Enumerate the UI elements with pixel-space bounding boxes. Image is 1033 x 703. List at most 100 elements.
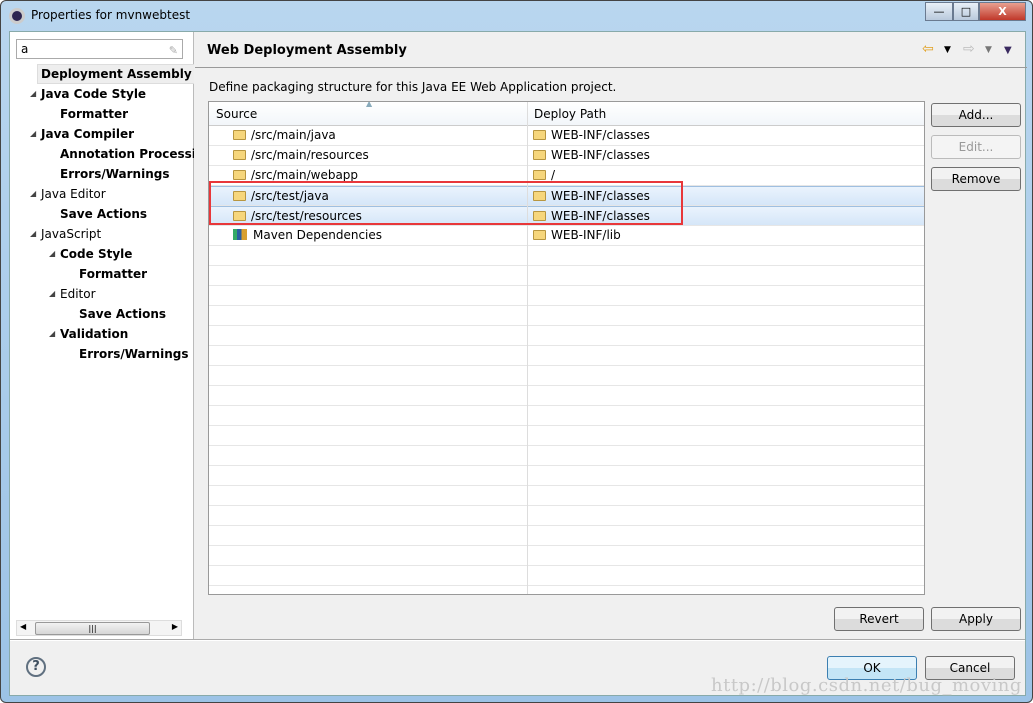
expand-arrow-icon[interactable]: ◢ <box>49 284 55 304</box>
tree-item[interactable]: ◢ Validation <box>10 324 194 344</box>
add-button[interactable]: Add... <box>931 103 1021 127</box>
revert-label: Revert <box>859 612 899 626</box>
deploy-path-text: WEB-INF/classes <box>551 148 650 162</box>
expand-arrow-icon[interactable]: ◢ <box>30 84 36 104</box>
page-title: Web Deployment Assembly <box>207 43 407 58</box>
sort-ascending-icon: ▲ <box>366 101 373 108</box>
expand-arrow-icon[interactable]: ◢ <box>30 124 36 144</box>
tree-item[interactable]: Deployment Assembly <box>10 64 194 84</box>
revert-button[interactable]: Revert <box>834 607 924 631</box>
source-text: /src/main/webapp <box>251 168 359 182</box>
expand-arrow-icon[interactable]: ◢ <box>30 224 36 244</box>
tree-item[interactable]: Formatter <box>10 264 194 284</box>
tree-item[interactable]: Save Actions <box>10 204 194 224</box>
deploy-path-text: / <box>551 168 556 182</box>
source-cell: Maven Dependencies <box>233 226 382 245</box>
close-button[interactable]: X <box>979 2 1026 21</box>
tree-item[interactable]: ◢ Java Editor <box>10 184 194 204</box>
tree-item[interactable]: ◢ Java Code Style <box>10 84 194 104</box>
tree-item-label: Validation <box>60 327 129 341</box>
tree-item-label: Annotation Processi <box>60 147 194 161</box>
left-pane: a ✎ Deployment Assembly ◢ Java Code Style Fo… <box>10 32 194 639</box>
expand-arrow-icon[interactable]: ◢ <box>49 244 55 264</box>
table-row <box>209 326 924 346</box>
column-deploy-path[interactable]: Deploy Path <box>534 107 606 121</box>
page-description: Define packaging structure for this Java… <box>209 80 617 94</box>
table-row <box>209 426 924 446</box>
table-row <box>209 466 924 486</box>
table-row <box>209 566 924 586</box>
filter-input[interactable]: a ✎ <box>16 39 183 59</box>
table-row <box>209 526 924 546</box>
folder-icon <box>533 230 546 240</box>
tree-item[interactable]: ◢ JavaScript <box>10 224 194 244</box>
deploy-path-cell: WEB-INF/classes <box>533 126 650 145</box>
view-menu-icon[interactable]: ▼ <box>1004 45 1012 56</box>
tree-item-label: Code Style <box>60 247 133 261</box>
tree-item[interactable]: ◢ Code Style <box>10 244 194 264</box>
tree-item[interactable]: Errors/Warnings <box>10 344 194 364</box>
source-cell: /src/main/java <box>233 126 336 145</box>
deploy-path-text: WEB-INF/lib <box>551 228 621 242</box>
scroll-right-icon[interactable]: ▶ <box>172 622 178 631</box>
tree-item-label: Errors/Warnings <box>60 167 170 181</box>
tree-item-label: Editor <box>60 287 96 301</box>
horizontal-scrollbar[interactable]: ◀ ||| ▶ <box>16 620 182 636</box>
tree-item[interactable]: Save Actions <box>10 304 194 324</box>
table-header: Source ▲ Deploy Path <box>209 102 924 126</box>
watermark: http://blog.csdn.net/bug_moving <box>711 675 1022 696</box>
maximize-button[interactable]: □ <box>953 2 979 21</box>
table-row <box>209 286 924 306</box>
deploy-path-cell: WEB-INF/classes <box>533 146 650 165</box>
column-divider <box>527 102 528 594</box>
tree-item-label: Formatter <box>79 267 148 281</box>
table-row <box>209 586 924 594</box>
tree-item[interactable]: Formatter <box>10 104 194 124</box>
table-row <box>209 506 924 526</box>
table-row <box>209 266 924 286</box>
library-icon <box>233 229 247 240</box>
back-arrow-icon[interactable]: ⇦ <box>922 41 934 57</box>
tree-item[interactable]: Errors/Warnings <box>10 164 194 184</box>
tree-item-label: Java Code Style <box>41 87 147 101</box>
expand-arrow-icon[interactable]: ◢ <box>30 184 36 204</box>
table-row <box>209 366 924 386</box>
folder-icon <box>533 150 546 160</box>
highlight-box <box>209 181 683 225</box>
source-text: /src/main/resources <box>251 148 369 162</box>
tree-item[interactable]: ◢ Editor <box>10 284 194 304</box>
deployment-table: Source ▲ Deploy Path /src/main/java WEB-I… <box>208 101 925 595</box>
remove-label: Remove <box>951 172 1001 186</box>
table-row[interactable]: /src/main/resources WEB-INF/classes <box>209 146 924 166</box>
minimize-button[interactable]: — <box>925 2 953 21</box>
table-row[interactable]: /src/main/java WEB-INF/classes <box>209 126 924 146</box>
help-icon[interactable]: ? <box>26 657 46 677</box>
tree-item-label: Save Actions <box>79 307 167 321</box>
source-cell: /src/main/resources <box>233 146 369 165</box>
tree-item[interactable]: ◢ Java Compiler <box>10 124 194 144</box>
tree-item-label: Deployment Assembly <box>37 64 194 84</box>
tree-item[interactable]: Annotation Processi <box>10 144 194 164</box>
scrollbar-thumb[interactable]: ||| <box>35 622 150 635</box>
forward-arrow-icon[interactable]: ⇨ <box>963 41 975 57</box>
forward-dropdown-icon[interactable]: ▼ <box>985 45 992 55</box>
table-row <box>209 246 924 266</box>
edit-button[interactable]: Edit... <box>931 135 1021 159</box>
add-label: Add... <box>958 108 994 122</box>
column-source[interactable]: Source <box>216 107 257 121</box>
expand-arrow-icon[interactable]: ◢ <box>49 324 55 344</box>
clear-filter-icon[interactable]: ✎ <box>169 42 178 60</box>
folder-icon <box>533 130 546 140</box>
scroll-left-icon[interactable]: ◀ <box>20 622 26 631</box>
back-dropdown-icon[interactable]: ▼ <box>944 45 951 55</box>
source-text: /src/main/java <box>251 128 336 142</box>
table-row <box>209 486 924 506</box>
separator <box>10 639 1025 641</box>
page-header: Web Deployment Assembly ⇦ ▼ ⇨ ▼ ▼ <box>195 32 1027 68</box>
table-row[interactable]: Maven Dependencies WEB-INF/lib <box>209 226 924 246</box>
deploy-path-text: WEB-INF/classes <box>551 128 650 142</box>
table-row <box>209 346 924 366</box>
cancel-label: Cancel <box>949 661 991 675</box>
remove-button[interactable]: Remove <box>931 167 1021 191</box>
apply-button[interactable]: Apply <box>931 607 1021 631</box>
